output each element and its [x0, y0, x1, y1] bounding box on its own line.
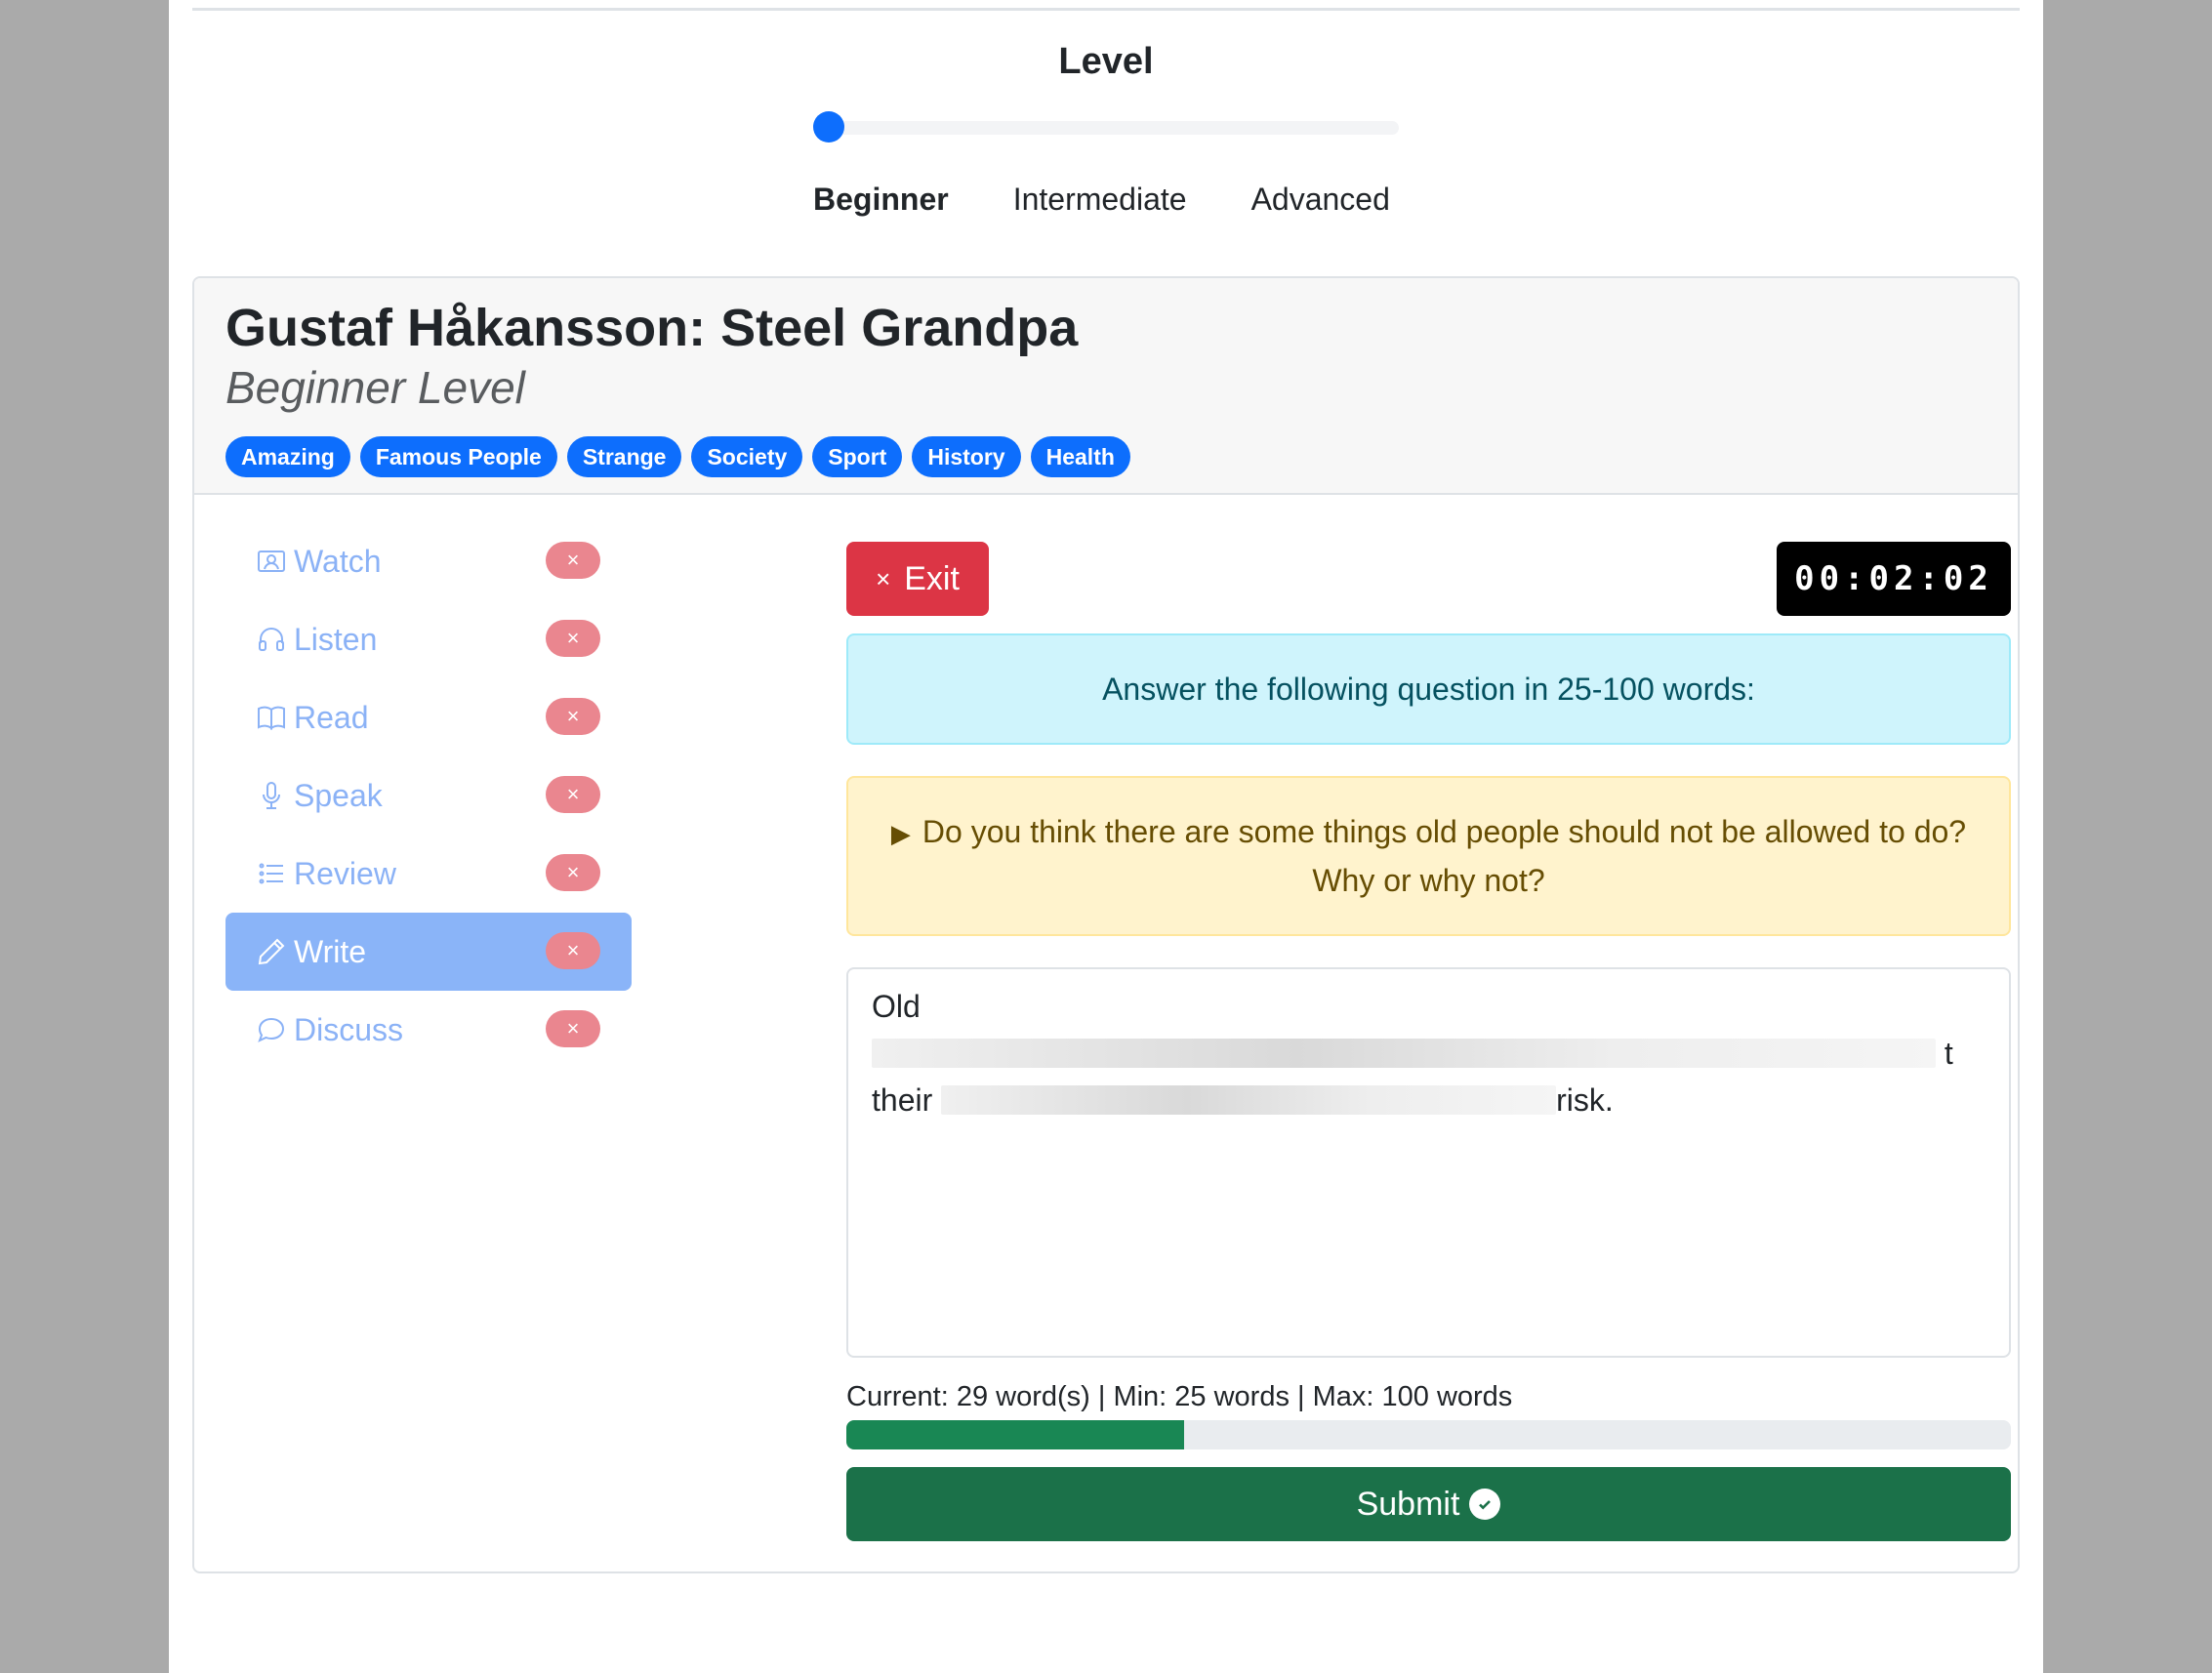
level-slider[interactable] [813, 111, 1399, 143]
close-icon: × [876, 563, 891, 593]
exit-label: Exit [904, 559, 960, 597]
tag-badge[interactable]: History [912, 436, 1021, 477]
close-badge[interactable]: × [546, 1010, 600, 1047]
progress-fill [846, 1420, 1184, 1449]
sidebar-item-label: Read [294, 699, 369, 735]
instruction-text: Answer the following question in 25-100 … [1102, 671, 1755, 707]
tag-badge[interactable]: Society [691, 436, 803, 477]
lesson-header: Gustaf Håkansson: Steel Grandpa Beginner… [194, 278, 2018, 495]
sidebar-item-write[interactable]: Write × [225, 913, 632, 991]
sidebar-item-label: Speak [294, 777, 383, 813]
question-text: Do you think there are some things old p… [922, 814, 1967, 898]
level-labels: Beginner Intermediate Advanced [813, 182, 1390, 218]
activity-sidebar: Watch × Listen × Read × Speak × Review ×… [225, 522, 632, 1069]
submit-label: Submit [1356, 1485, 1460, 1523]
tag-badge[interactable]: Strange [566, 436, 682, 477]
sidebar-item-label: Listen [294, 621, 378, 657]
close-badge[interactable]: × [546, 620, 600, 657]
level-heading: Level [1058, 41, 1154, 82]
sidebar-item-label: Review [294, 855, 396, 891]
check-circle-icon [1469, 1489, 1501, 1520]
person-video-icon [255, 545, 288, 578]
close-badge[interactable]: × [546, 542, 600, 579]
tag-badge[interactable]: Sport [812, 436, 903, 477]
headphones-icon [255, 623, 288, 656]
close-badge[interactable]: × [546, 698, 600, 735]
slider-track[interactable] [825, 121, 1399, 135]
divider [192, 8, 2020, 11]
answer-line: their risk. [872, 1082, 1614, 1118]
sidebar-item-label: Write [294, 933, 367, 969]
close-badge[interactable]: × [546, 854, 600, 891]
redacted-text [941, 1085, 1557, 1115]
level-option-beginner[interactable]: Beginner [813, 182, 949, 218]
book-icon [255, 701, 288, 734]
sidebar-item-listen[interactable]: Listen × [225, 600, 632, 678]
close-badge[interactable]: × [546, 776, 600, 813]
lesson-card: Gustaf Håkansson: Steel Grandpa Beginner… [192, 276, 2020, 1573]
pencil-icon [255, 935, 288, 968]
sidebar-item-watch[interactable]: Watch × [225, 522, 632, 600]
redacted-text [872, 1039, 1936, 1068]
sidebar-item-speak[interactable]: Speak × [225, 756, 632, 835]
mic-icon [255, 779, 288, 812]
lesson-subtitle: Beginner Level [225, 362, 525, 413]
word-count-text: Current: 29 word(s) | Min: 25 words | Ma… [846, 1381, 1513, 1412]
tag-list: Amazing Famous People Strange Society Sp… [225, 436, 1130, 477]
answer-line: Old t [872, 989, 1953, 1071]
sidebar-item-read[interactable]: Read × [225, 678, 632, 756]
tag-badge[interactable]: Amazing [225, 436, 350, 477]
level-option-intermediate[interactable]: Intermediate [1013, 182, 1187, 218]
exit-button[interactable]: × Exit [846, 542, 989, 616]
page: Level Beginner Intermediate Advanced Gus… [169, 0, 2043, 1673]
sidebar-item-label: Discuss [294, 1011, 404, 1047]
question-alert[interactable]: ▶ Do you think there are some things old … [846, 776, 2011, 936]
answer-textarea[interactable]: Old t their risk. [846, 967, 2011, 1358]
chat-icon [255, 1013, 288, 1046]
word-count-progress [846, 1420, 2011, 1449]
sidebar-item-discuss[interactable]: Discuss × [225, 991, 632, 1069]
sidebar-item-review[interactable]: Review × [225, 835, 632, 913]
instruction-alert: Answer the following question in 25-100 … [846, 633, 2011, 745]
list-icon [255, 857, 288, 890]
timer-display: 00:02:02 [1777, 542, 2011, 616]
sidebar-item-label: Watch [294, 543, 382, 579]
slider-thumb[interactable] [813, 111, 844, 143]
submit-button[interactable]: Submit [846, 1467, 2011, 1541]
tag-badge[interactable]: Famous People [359, 436, 557, 477]
level-option-advanced[interactable]: Advanced [1251, 182, 1390, 218]
close-badge[interactable]: × [546, 932, 600, 969]
tag-badge[interactable]: Health [1030, 436, 1130, 477]
lesson-title: Gustaf Håkansson: Steel Grandpa [225, 299, 1079, 357]
caret-right-icon: ▶ [890, 819, 911, 848]
